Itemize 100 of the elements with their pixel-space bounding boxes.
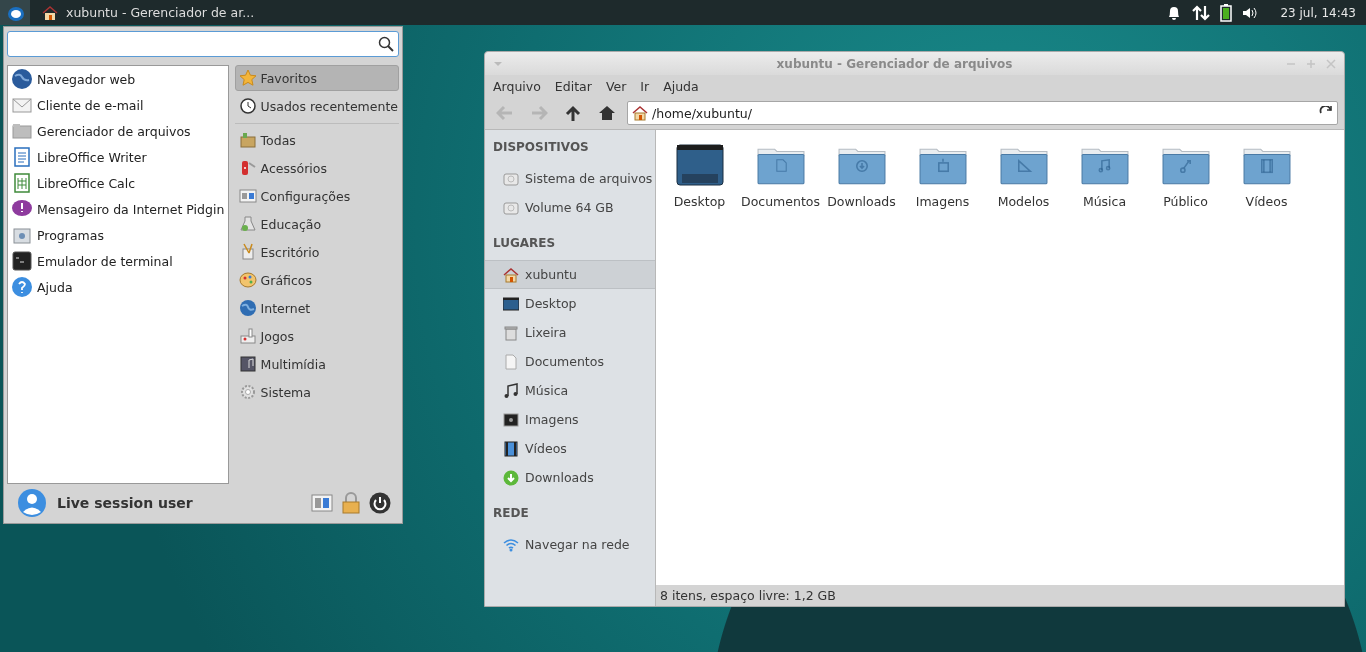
- app-item[interactable]: Programas: [8, 222, 228, 248]
- search-field[interactable]: [7, 31, 399, 57]
- category-item[interactable]: Internet: [234, 295, 399, 321]
- home-icon: [503, 266, 519, 283]
- category-item[interactable]: Escritório: [234, 239, 399, 265]
- category-item[interactable]: Acessórios: [234, 155, 399, 181]
- battery-icon: [1220, 3, 1233, 22]
- category-item[interactable]: Gráficos: [234, 267, 399, 293]
- flask-icon: [238, 215, 257, 233]
- sidebar-item[interactable]: Navegar na rede: [485, 530, 655, 559]
- terminal-icon: [11, 250, 33, 272]
- file-item[interactable]: Documentos: [740, 144, 821, 209]
- sidebar-item[interactable]: Desktop: [485, 289, 655, 318]
- download-icon: [503, 469, 519, 486]
- gear-icon: [238, 383, 257, 401]
- app-item[interactable]: Ajuda: [8, 274, 228, 300]
- sidebar-item[interactable]: Documentos: [485, 347, 655, 376]
- drive-icon: [503, 199, 519, 216]
- globe-icon: [238, 299, 257, 317]
- status-text: 8 itens, espaço livre: 1,2 GB: [660, 588, 836, 603]
- padlock-icon: [341, 492, 361, 514]
- app-item[interactable]: Emulador de terminal: [8, 248, 228, 274]
- back-arrow-icon: [496, 105, 514, 121]
- menu-item[interactable]: Ir: [634, 78, 656, 94]
- sidebar-item[interactable]: Imagens: [485, 405, 655, 434]
- star-icon: [238, 69, 257, 87]
- location-field[interactable]: /home/xubuntu/: [627, 101, 1338, 125]
- category-item[interactable]: Educação: [234, 211, 399, 237]
- file-item[interactable]: Público: [1145, 144, 1226, 209]
- menu-item[interactable]: Arquivo: [487, 78, 547, 94]
- app-item[interactable]: Navegador web: [8, 66, 228, 92]
- forward-arrow-icon: [530, 105, 548, 121]
- home-icon: [632, 105, 648, 121]
- help-icon: [11, 276, 33, 298]
- drive-icon: [503, 170, 519, 187]
- file-item[interactable]: Vídeos: [1226, 144, 1307, 209]
- file-item[interactable]: Downloads: [821, 144, 902, 209]
- menu-item[interactable]: Ver: [599, 78, 633, 94]
- transfer-arrows-icon: [1192, 3, 1211, 22]
- trash-icon: [503, 324, 519, 341]
- joystick-icon: [238, 327, 257, 345]
- document-icon: [11, 146, 33, 168]
- sidebar-item[interactable]: Downloads: [485, 463, 655, 492]
- monitor-icon: [503, 295, 519, 312]
- file-item[interactable]: Música: [1064, 144, 1145, 209]
- wifi-icon: [503, 536, 519, 553]
- category-item[interactable]: Usados recentemente: [234, 93, 399, 119]
- app-item[interactable]: LibreOffice Writer: [8, 144, 228, 170]
- sidebar-heading: DISPOSITIVOS: [492, 139, 590, 156]
- clock-icon: [238, 97, 257, 115]
- menu-item[interactable]: Ajuda: [657, 78, 705, 94]
- power-button[interactable]: [369, 492, 391, 514]
- home-icon: [42, 4, 58, 21]
- app-menu-button[interactable]: [0, 0, 30, 25]
- app-item[interactable]: Gerenciador de arquivos: [8, 118, 228, 144]
- file-item[interactable]: Desktop: [659, 144, 740, 209]
- category-item[interactable]: Multimídia: [234, 351, 399, 377]
- app-item[interactable]: Cliente de e-mail: [8, 92, 228, 118]
- clock[interactable]: 23 jul, 14:43: [1280, 5, 1356, 20]
- category-item[interactable]: Todas: [234, 127, 399, 153]
- user-name: Live session user: [57, 495, 193, 511]
- toggles-icon: [238, 187, 257, 205]
- sidebar-heading: LUGARES: [492, 235, 557, 252]
- palette-icon: [238, 271, 257, 289]
- document-icon: [503, 353, 519, 370]
- sidebar-item[interactable]: Sistema de arquivos: [485, 164, 655, 193]
- globe-icon: [11, 68, 33, 90]
- toggles-icon: [311, 493, 333, 513]
- power-icon: [369, 492, 391, 514]
- sidebar-item[interactable]: Música: [485, 376, 655, 405]
- lock-button[interactable]: [341, 492, 361, 514]
- close-icon: [1326, 58, 1336, 69]
- app-item[interactable]: Mensageiro da Internet Pidgin: [8, 196, 228, 222]
- sidebar-item[interactable]: Volume 64 GB: [485, 193, 655, 222]
- app-item[interactable]: LibreOffice Calc: [8, 170, 228, 196]
- sidebar-heading: REDE: [492, 505, 530, 522]
- home-icon: [598, 105, 616, 121]
- spreadsheet-icon: [11, 172, 33, 194]
- window-menu-icon: [493, 59, 503, 68]
- category-item[interactable]: Jogos: [234, 323, 399, 349]
- sidebar-item[interactable]: Lixeira: [485, 318, 655, 347]
- image-icon: [503, 411, 519, 428]
- category-item[interactable]: Favoritos: [234, 65, 399, 91]
- avatar-icon: [17, 488, 47, 518]
- file-item[interactable]: Imagens: [902, 144, 983, 209]
- music-note-icon: [503, 382, 519, 399]
- sidebar-item[interactable]: Vídeos: [485, 434, 655, 463]
- menu-item[interactable]: Editar: [548, 78, 598, 94]
- film-icon: [503, 440, 519, 457]
- up-arrow-icon: [564, 105, 582, 121]
- taskbar-button[interactable]: xubuntu - Gerenciador de ar...: [34, 0, 263, 25]
- settings-button[interactable]: [311, 493, 333, 513]
- monitor-icon: [675, 144, 724, 186]
- plus-icon: [1306, 58, 1316, 69]
- category-item[interactable]: Configurações: [234, 183, 399, 209]
- file-item[interactable]: Modelos: [983, 144, 1064, 209]
- sidebar-item[interactable]: xubuntu: [485, 260, 655, 289]
- box-icon: [238, 131, 257, 149]
- window-title: xubuntu - Gerenciador de arquivos: [775, 56, 1014, 71]
- category-item[interactable]: Sistema: [234, 379, 399, 405]
